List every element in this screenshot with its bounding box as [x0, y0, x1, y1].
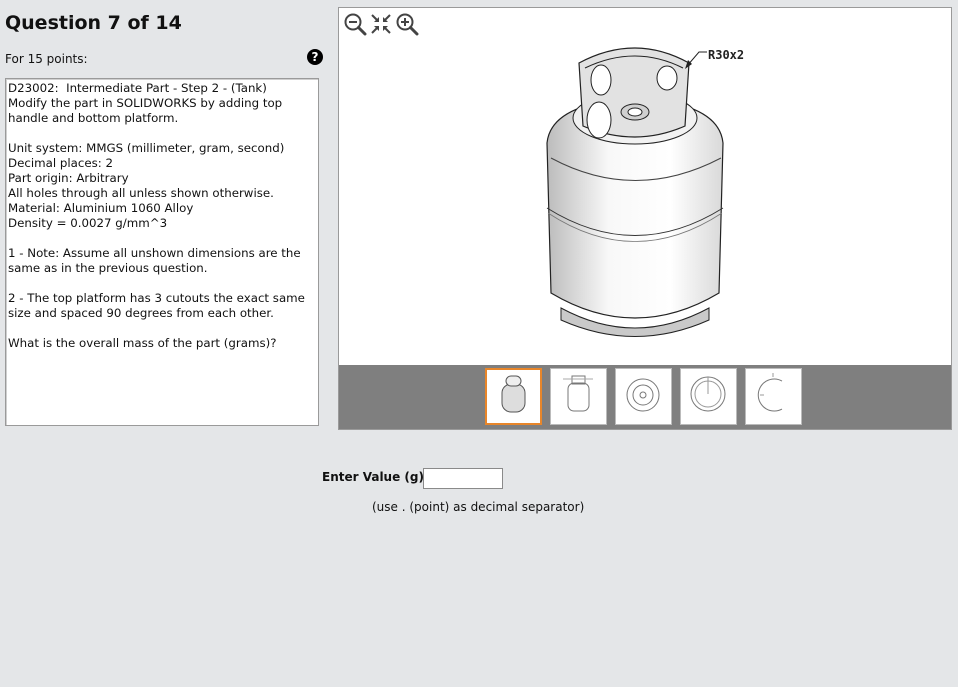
thumbnail-5[interactable] — [745, 368, 802, 425]
value-input[interactable] — [423, 468, 503, 489]
tank-drawing: R30x2 — [546, 47, 744, 337]
thumbnail-4[interactable] — [680, 368, 737, 425]
dimension-label: R30x2 — [708, 48, 744, 62]
value-label: Enter Value (g): — [322, 470, 429, 484]
thumbnail-1[interactable] — [485, 368, 542, 425]
thumbnail-2[interactable] — [550, 368, 607, 425]
points-label: For 15 points: — [5, 52, 88, 66]
thumbnail-strip — [339, 365, 951, 429]
thumbnail-3[interactable] — [615, 368, 672, 425]
decimal-hint: (use . (point) as decimal separator) — [372, 500, 585, 514]
question-text: D23002: Intermediate Part - Step 2 - (Ta… — [5, 78, 319, 426]
page-title: Question 7 of 14 — [5, 12, 182, 34]
help-icon[interactable]: ? — [307, 49, 323, 65]
image-viewer: R30x2 — [338, 7, 952, 430]
